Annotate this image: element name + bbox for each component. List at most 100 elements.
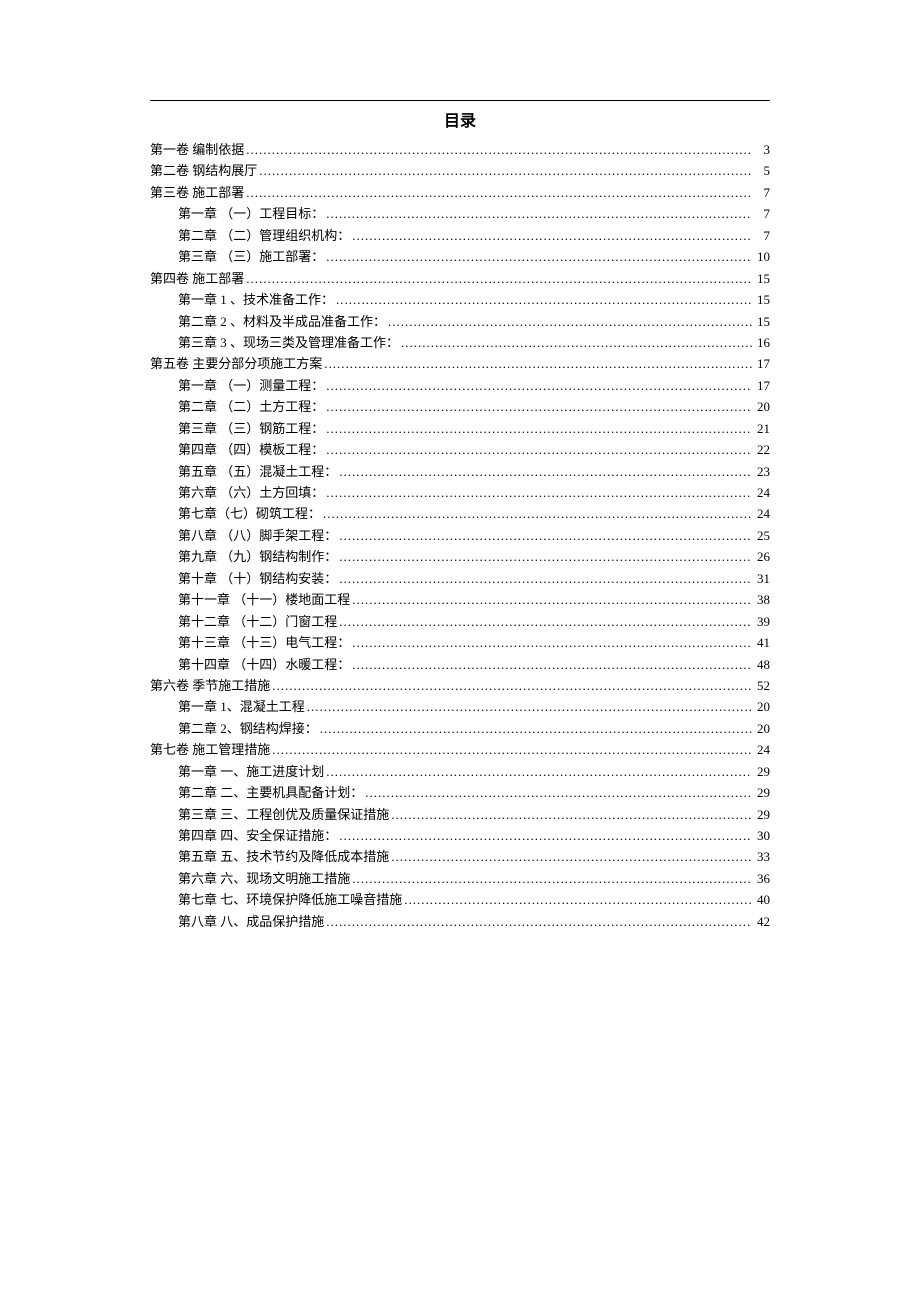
- toc-entry: 第一章 一、施工进度计划 29: [150, 761, 770, 782]
- toc-dots: [337, 825, 752, 846]
- toc-entry-page: 25: [752, 525, 770, 546]
- toc-entry: 第二章 （二）管理组织机构：7: [150, 225, 770, 246]
- toc-entry: 第五章 五、技术节约及降低成本措施33: [150, 846, 770, 867]
- toc-entry-page: 16: [752, 332, 770, 353]
- toc-entry: 第二章 2 、材料及半成品准备工作： 15: [150, 311, 770, 332]
- toc-dots: [257, 160, 752, 181]
- toc-entry-label: 第二章 2、钢结构焊接：: [178, 718, 318, 739]
- toc-entry-page: 24: [752, 739, 770, 760]
- toc-dots: [318, 718, 752, 739]
- toc-entry-page: 21: [752, 418, 770, 439]
- toc-dots: [244, 268, 752, 289]
- toc-entry: 第二卷 钢结构展厅5: [150, 160, 770, 181]
- toc-entry-label: 第二章 （二）土方工程：: [178, 396, 324, 417]
- toc-entry-page: 23: [752, 461, 770, 482]
- toc-entry: 第十一章 （十一）楼地面工程 38: [150, 589, 770, 610]
- toc-entry-label: 第六章 六、现场文明施工措施: [178, 868, 350, 889]
- toc-entry-page: 40: [752, 889, 770, 910]
- toc-entry-page: 29: [752, 804, 770, 825]
- toc-entry: 第一卷 编制依据3: [150, 139, 770, 160]
- toc-entry-label: 第十一章 （十一）楼地面工程: [178, 589, 350, 610]
- toc-entry-page: 10: [752, 246, 770, 267]
- toc-entry-label: 第二章 二、主要机具配备计划：: [178, 782, 363, 803]
- toc-entry-page: 39: [752, 611, 770, 632]
- toc-dots: [334, 289, 752, 310]
- toc-entry-page: 24: [752, 482, 770, 503]
- toc-entry-page: 15: [752, 311, 770, 332]
- toc-dots: [350, 632, 752, 653]
- toc-entry-label: 第七章 七、环境保护降低施工噪音措施: [178, 889, 402, 910]
- toc-entry-page: 17: [752, 353, 770, 374]
- toc-entry-page: 29: [752, 761, 770, 782]
- toc-entry-page: 24: [752, 503, 770, 524]
- toc-entry: 第十二章 （十二）门窗工程 39: [150, 611, 770, 632]
- toc-entry: 第八章 八、成品保护措施42: [150, 911, 770, 932]
- toc-entry-page: 42: [752, 911, 770, 932]
- toc-entry-page: 31: [752, 568, 770, 589]
- toc-entry-label: 第五卷 主要分部分项施工方案: [150, 353, 322, 374]
- toc-dots: [337, 461, 752, 482]
- toc-dots: [337, 568, 752, 589]
- toc-entry-label: 第五章 （五）混凝土工程：: [178, 461, 337, 482]
- toc-entry-page: 22: [752, 439, 770, 460]
- toc-dots: [350, 868, 752, 889]
- toc-dots: [244, 139, 752, 160]
- toc-entry-label: 第三章 （三）钢筋工程：: [178, 418, 324, 439]
- toc-entry-label: 第三章 （三）施工部署：: [178, 246, 324, 267]
- toc-dots: [350, 654, 752, 675]
- toc-title: 目录: [150, 107, 770, 131]
- toc-entry-label: 第五章 五、技术节约及降低成本措施: [178, 846, 389, 867]
- toc-entry: 第二章 二、主要机具配备计划： 29: [150, 782, 770, 803]
- toc-entry-label: 第十二章 （十二）门窗工程: [178, 611, 337, 632]
- toc-entry: 第五卷 主要分部分项施工方案 17: [150, 353, 770, 374]
- toc-entry-page: 15: [752, 289, 770, 310]
- toc-dots: [270, 739, 752, 760]
- toc-entry: 第三章 （三）施工部署： 10: [150, 246, 770, 267]
- toc-entry-label: 第七章（七）砌筑工程：: [178, 503, 321, 524]
- document-page: 目录 第一卷 编制依据3第二卷 钢结构展厅5第三卷 施工部署7第一章 （一）工程…: [150, 100, 770, 932]
- toc-entry: 第二章 （二）土方工程： 20: [150, 396, 770, 417]
- toc-dots: [389, 804, 752, 825]
- toc-entry-label: 第一章 1、混凝土工程: [178, 696, 305, 717]
- toc-entry: 第一章 1 、技术准备工作： 15: [150, 289, 770, 310]
- toc-entry: 第十章 （十）钢结构安装： 31: [150, 568, 770, 589]
- toc-entry-label: 第四章 四、安全保证措施：: [178, 825, 337, 846]
- toc-entry: 第九章 （九）钢结构制作：26: [150, 546, 770, 567]
- toc-dots: [324, 203, 752, 224]
- toc-dots: [350, 589, 752, 610]
- toc-entry-label: 第七卷 施工管理措施: [150, 739, 270, 760]
- toc-entry-label: 第六卷 季节施工措施: [150, 675, 270, 696]
- toc-dots: [324, 246, 752, 267]
- toc-entry: 第五章 （五）混凝土工程： 23: [150, 461, 770, 482]
- toc-entry-page: 38: [752, 589, 770, 610]
- toc-entry: 第六章 六、现场文明施工措施36: [150, 868, 770, 889]
- toc-entry: 第四章 四、安全保证措施： 30: [150, 825, 770, 846]
- toc-entry-page: 15: [752, 268, 770, 289]
- toc-entry-label: 第十章 （十）钢结构安装：: [178, 568, 337, 589]
- toc-entry-label: 第三章 三、工程创优及质量保证措施: [178, 804, 389, 825]
- toc-dots: [244, 182, 752, 203]
- toc-dots: [337, 611, 752, 632]
- toc-entry-label: 第一章 1 、技术准备工作：: [178, 289, 334, 310]
- toc-entry-page: 7: [752, 225, 770, 246]
- toc-dots: [337, 525, 752, 546]
- toc-entry: 第八章 （八）脚手架工程：25: [150, 525, 770, 546]
- toc-entry-label: 第六章 （六）土方回填：: [178, 482, 324, 503]
- toc-dots: [322, 353, 752, 374]
- toc-entry-label: 第二卷 钢结构展厅: [150, 160, 257, 181]
- toc-entry-label: 第二章 2 、材料及半成品准备工作：: [178, 311, 386, 332]
- toc-entry-page: 20: [752, 396, 770, 417]
- toc-entry-page: 29: [752, 782, 770, 803]
- toc-entry-page: 30: [752, 825, 770, 846]
- toc-dots: [337, 546, 752, 567]
- toc-dots: [363, 782, 752, 803]
- toc-entry-label: 第一章 一、施工进度计划: [178, 761, 324, 782]
- toc-entry-label: 第三章 3 、现场三类及管理准备工作：: [178, 332, 399, 353]
- toc-entry-page: 48: [752, 654, 770, 675]
- toc-entry-label: 第十三章 （十三）电气工程：: [178, 632, 350, 653]
- toc-entry-page: 26: [752, 546, 770, 567]
- toc-entry-page: 20: [752, 696, 770, 717]
- toc-dots: [324, 396, 752, 417]
- toc-entry: 第四卷 施工部署15: [150, 268, 770, 289]
- toc-entry: 第三章 （三）钢筋工程： 21: [150, 418, 770, 439]
